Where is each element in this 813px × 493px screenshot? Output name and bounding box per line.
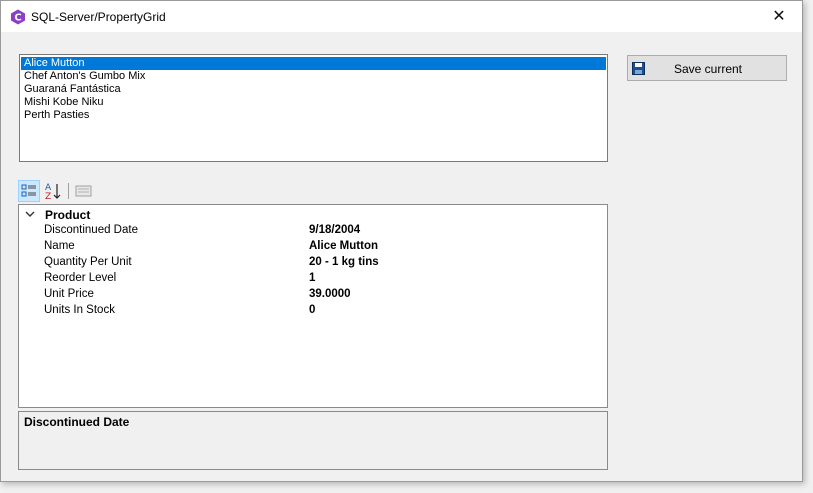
svg-text:C: C <box>14 13 21 24</box>
property-grid[interactable]: Product Discontinued Date 9/18/2004 Name Al… <box>18 204 608 408</box>
property-name: Units In Stock <box>44 304 115 316</box>
categorized-button[interactable] <box>18 180 40 202</box>
property-name: Quantity Per Unit <box>44 256 132 268</box>
property-value[interactable]: 1 <box>309 272 315 284</box>
categorized-icon <box>21 184 36 197</box>
category-label: Product <box>45 208 91 222</box>
help-panel: Discontinued Date <box>18 411 608 470</box>
main-window: C SQL-Server/PropertyGrid ✕ Alice Mutton… <box>0 0 803 482</box>
list-item[interactable]: Perth Pasties <box>21 109 606 122</box>
list-item[interactable]: Guaraná Fantástica <box>21 83 606 96</box>
property-name: Discontinued Date <box>44 224 138 236</box>
property-pages-button[interactable] <box>73 180 95 202</box>
svg-text:Z: Z <box>45 192 51 202</box>
property-value[interactable]: 20 - 1 kg tins <box>309 256 379 268</box>
title-bar: C SQL-Server/PropertyGrid ✕ <box>1 1 802 32</box>
category-row[interactable]: Product <box>19 207 607 223</box>
app-icon: C <box>11 9 25 25</box>
property-row[interactable]: Unit Price 39.0000 <box>19 287 607 303</box>
save-current-label: Save current <box>673 62 743 76</box>
list-item[interactable]: Mishi Kobe Niku <box>21 96 606 109</box>
save-current-button[interactable]: Save current <box>627 55 787 81</box>
close-icon: ✕ <box>772 8 786 25</box>
property-row[interactable]: Quantity Per Unit 20 - 1 kg tins <box>19 255 607 271</box>
list-item[interactable]: Alice Mutton <box>21 57 606 70</box>
property-value[interactable]: 0 <box>309 304 315 316</box>
close-button[interactable]: ✕ <box>756 1 802 32</box>
property-pages-icon <box>75 185 92 197</box>
property-row[interactable]: Units In Stock 0 <box>19 303 607 319</box>
product-listbox[interactable]: Alice Mutton Chef Anton's Gumbo Mix Guaran… <box>19 54 608 162</box>
property-row[interactable]: Name Alice Mutton <box>19 239 607 255</box>
window-title: SQL-Server/PropertyGrid <box>31 10 166 24</box>
property-value[interactable]: 39.0000 <box>309 288 351 300</box>
property-row[interactable]: Reorder Level 1 <box>19 271 607 287</box>
property-name: Unit Price <box>44 288 94 300</box>
property-value[interactable]: Alice Mutton <box>309 240 378 252</box>
toolbar-separator <box>68 183 69 199</box>
property-grid-toolbar: A Z <box>18 180 618 202</box>
property-row[interactable]: Discontinued Date 9/18/2004 <box>19 223 607 239</box>
alphabetical-button[interactable]: A Z <box>42 180 64 202</box>
chevron-down-icon[interactable] <box>25 208 35 220</box>
property-name: Reorder Level <box>44 272 117 284</box>
property-name: Name <box>44 240 75 252</box>
property-value[interactable]: 9/18/2004 <box>309 224 360 236</box>
alphabetical-sort-icon: A Z <box>45 183 61 202</box>
help-title: Discontinued Date <box>24 415 130 429</box>
list-item[interactable]: Chef Anton's Gumbo Mix <box>21 70 606 83</box>
